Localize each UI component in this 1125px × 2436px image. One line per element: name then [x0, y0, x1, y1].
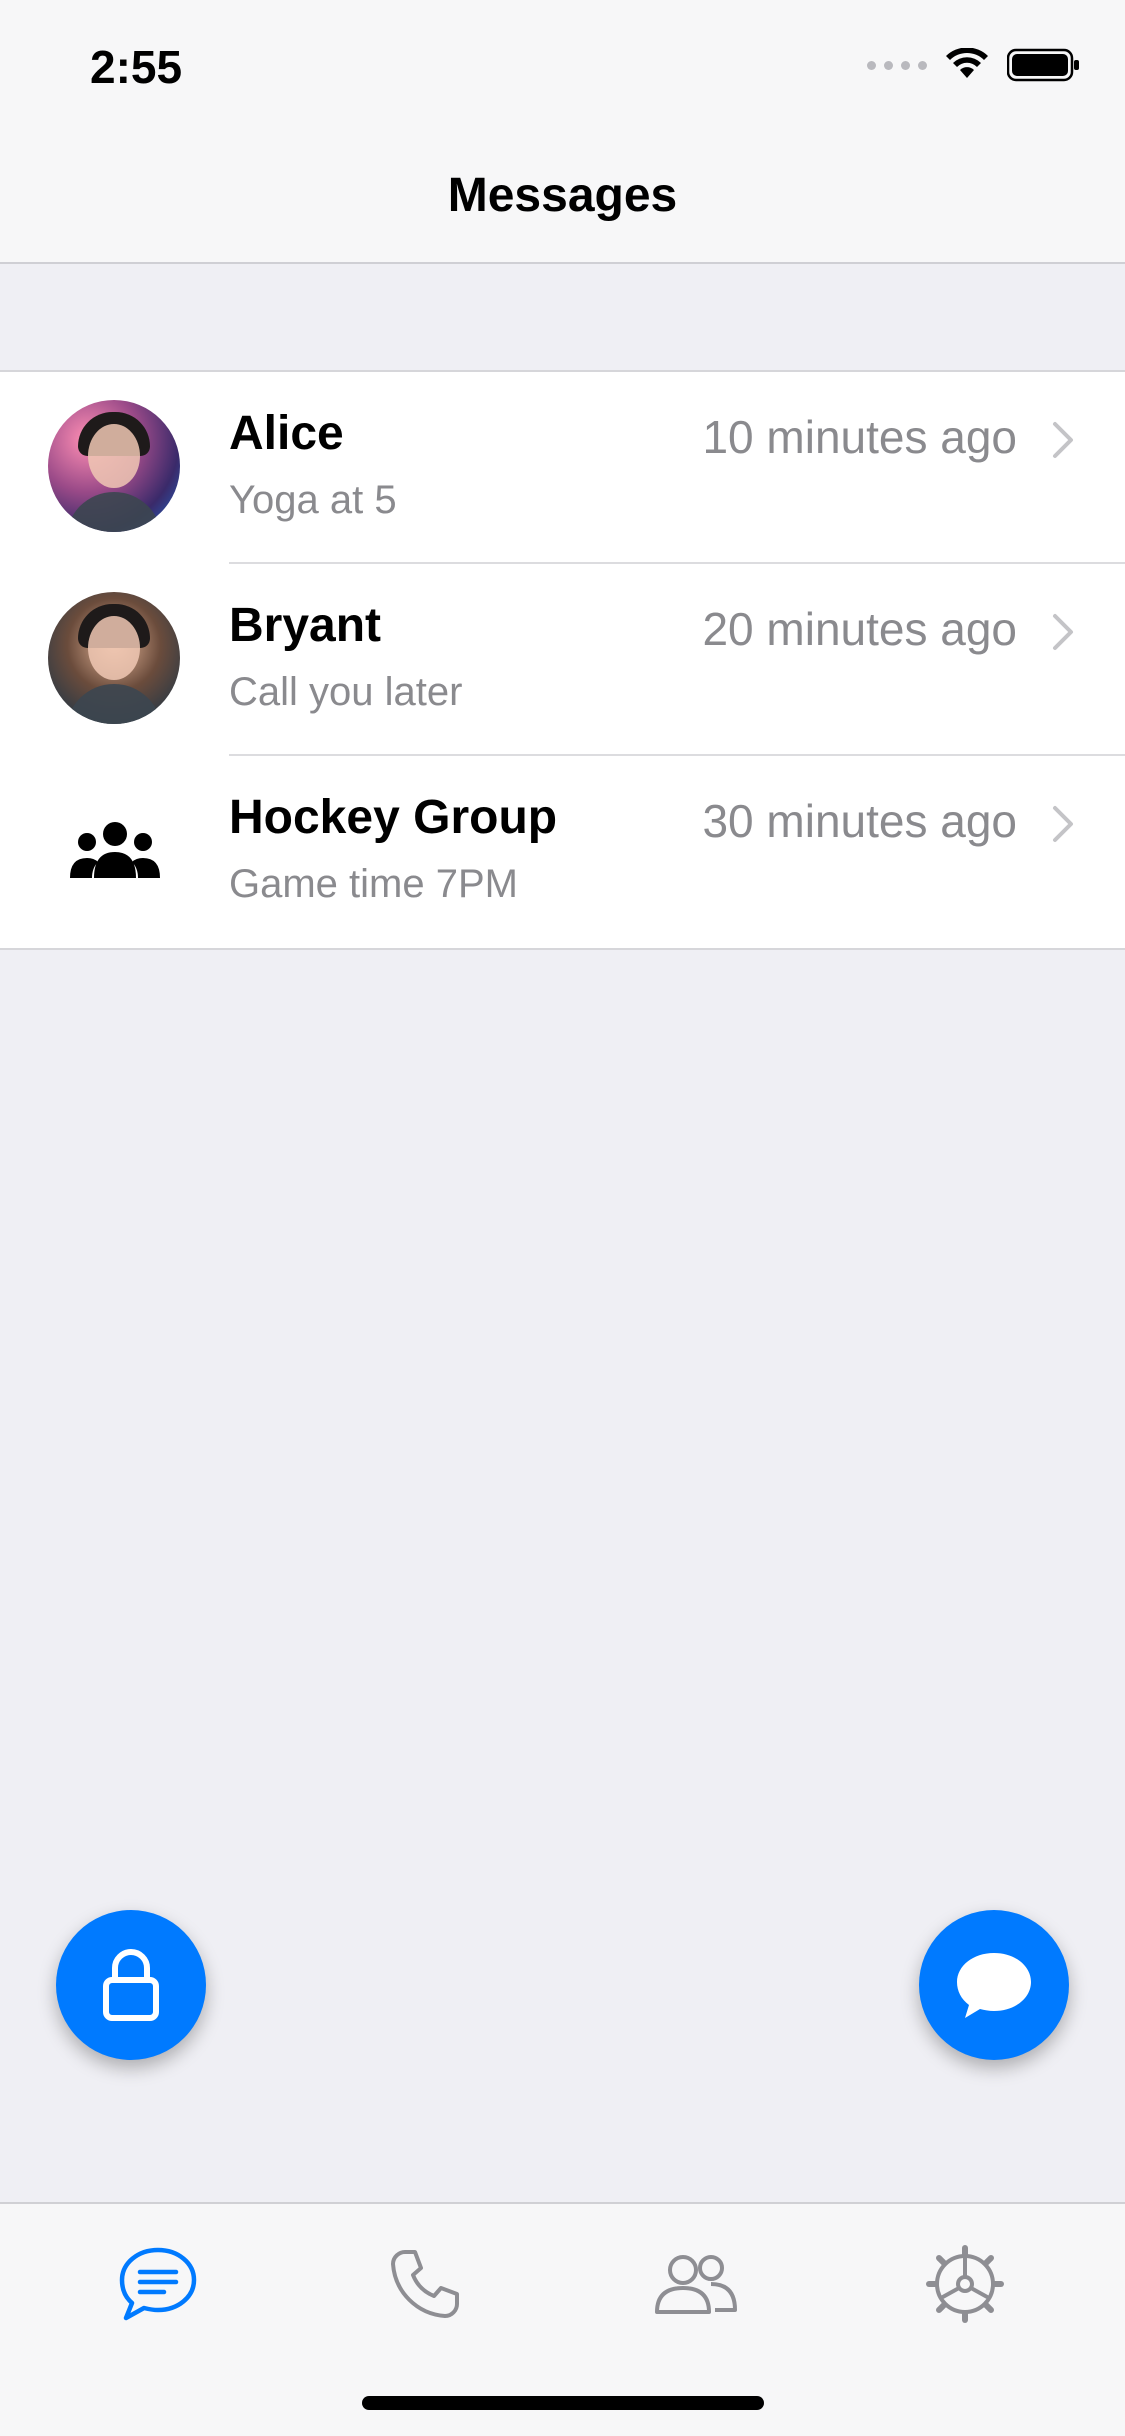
- contact-name: Hockey Group: [229, 791, 558, 844]
- contact-name: Bryant: [229, 599, 382, 652]
- message-icon: [119, 2247, 197, 2321]
- lock-icon: [103, 1949, 159, 2021]
- message-timestamp: 20 minutes ago: [702, 603, 1017, 655]
- conversation-row-alice[interactable]: Alice Yoga at 5 10 minutes ago: [0, 372, 1125, 564]
- tab-contacts[interactable]: [641, 2234, 751, 2334]
- chevron-right-icon: [1053, 614, 1073, 650]
- message-timestamp: 10 minutes ago: [702, 411, 1017, 463]
- cellular-signal-icon: [867, 60, 927, 70]
- chat-bubble-icon: [957, 1953, 1031, 2018]
- tab-calls[interactable]: [370, 2234, 480, 2334]
- group-icon: [70, 822, 160, 878]
- settings-icon: [926, 2245, 1004, 2323]
- tab-messages[interactable]: [103, 2234, 213, 2334]
- message-preview: Call you later: [229, 670, 463, 714]
- contacts-icon: [655, 2255, 737, 2314]
- status-time: 2:55: [90, 41, 183, 93]
- wifi-icon: [946, 48, 988, 78]
- conversation-row-bryant[interactable]: Bryant Call you later 20 minutes ago: [0, 564, 1125, 756]
- message-preview: Game time 7PM: [229, 862, 518, 906]
- top-bar: 2:55 Messages: [0, 0, 1125, 264]
- battery-icon: [1007, 48, 1079, 82]
- conversation-list: Alice Yoga at 5 10 minutes ago Bryant Ca…: [0, 370, 1125, 950]
- contact-name: Alice: [229, 407, 344, 460]
- avatar: [48, 400, 180, 532]
- home-indicator[interactable]: [362, 2396, 764, 2410]
- chevron-right-icon: [1053, 806, 1073, 842]
- message-timestamp: 30 minutes ago: [702, 795, 1017, 847]
- avatar: [48, 592, 180, 724]
- page-title: Messages: [447, 169, 678, 222]
- status-indicators: [867, 48, 1081, 82]
- messages-screen: 2:55 Messages Alice Yoga at 5 10 minutes…: [0, 0, 1125, 2436]
- conversation-row-hockey-group[interactable]: Hockey Group Game time 7PM 30 minutes ag…: [0, 756, 1125, 948]
- phone-icon: [391, 2250, 459, 2318]
- tab-settings[interactable]: [910, 2234, 1020, 2334]
- chevron-right-icon: [1053, 422, 1073, 458]
- new-message-button[interactable]: [919, 1910, 1069, 2060]
- message-preview: Yoga at 5: [229, 478, 397, 522]
- lock-button[interactable]: [56, 1910, 206, 2060]
